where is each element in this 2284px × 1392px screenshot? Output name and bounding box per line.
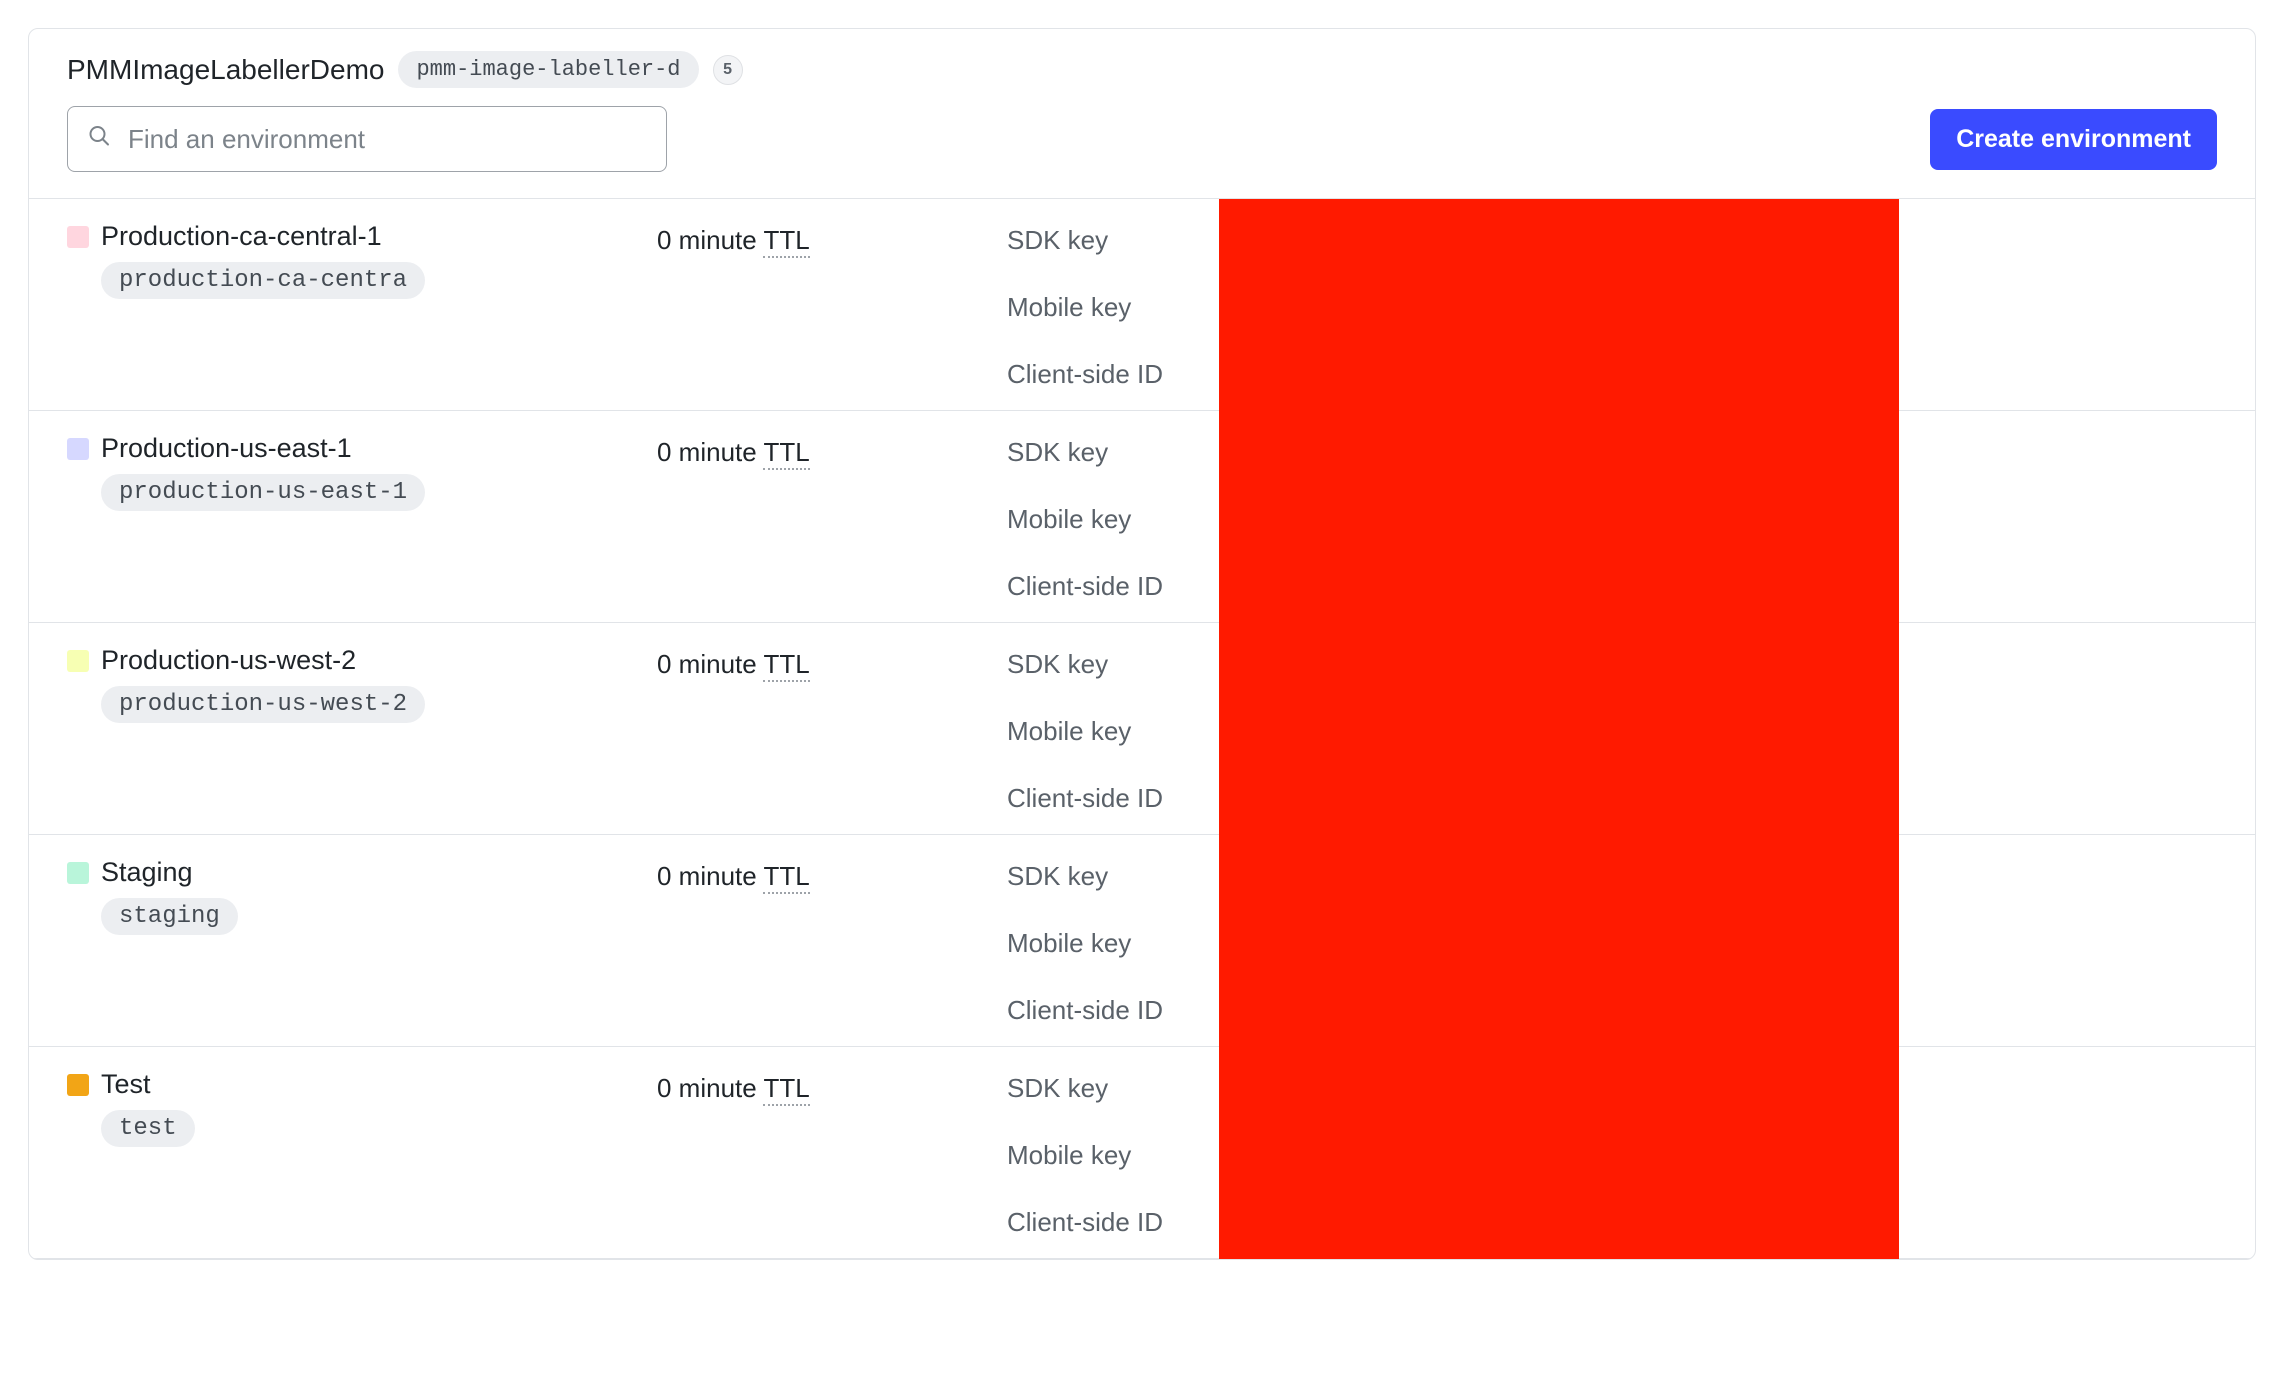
environment-name-line: Test <box>67 1069 151 1100</box>
environment-row: Testtest0 minute TTLSDK keyMobile keyCli… <box>29 1047 2255 1259</box>
environment-name-cell: Production-us-east-1 production-us-east-1 <box>67 433 657 511</box>
environment-row: Production-us-west-2 production-us-west-2… <box>29 623 2255 835</box>
environment-color-swatch <box>67 650 89 672</box>
ttl-abbr: TTL <box>763 437 809 470</box>
environment-row: Production-us-east-1 production-us-east-1… <box>29 411 2255 623</box>
environment-row: Production-ca-central-1 production-ca-cen… <box>29 199 2255 411</box>
environment-name-cell: Production-us-west-2 production-us-west-2 <box>67 645 657 723</box>
environment-name[interactable]: Production-ca-central-1 <box>101 221 382 252</box>
environment-name-line: Production-us-west-2 <box>67 645 356 676</box>
redacted-region <box>1219 199 1899 1259</box>
ttl-value: 0 minute <box>657 861 763 891</box>
panel-header: PMMImageLabellerDemo pmm-image-labeller-… <box>29 29 2255 199</box>
environments-panel: PMMImageLabellerDemo pmm-image-labeller-… <box>28 28 2256 1260</box>
environment-key-pill: test <box>101 1110 195 1147</box>
controls-row: Create environment <box>67 106 2217 172</box>
environment-row: Stagingstaging0 minute TTLSDK keyMobile … <box>29 835 2255 1047</box>
search-wrap <box>67 106 667 172</box>
environment-name[interactable]: Test <box>101 1069 151 1100</box>
environment-name-line: Production-ca-central-1 <box>67 221 382 252</box>
ttl-value: 0 minute <box>657 649 763 679</box>
environment-name-cell: Test test <box>67 1069 657 1147</box>
title-row: PMMImageLabellerDemo pmm-image-labeller-… <box>67 51 2217 88</box>
environment-name-line: Production-us-east-1 <box>67 433 352 464</box>
environment-name-cell: Staging staging <box>67 857 657 935</box>
environment-color-swatch <box>67 438 89 460</box>
environment-list: Production-ca-central-1 production-ca-cen… <box>29 199 2255 1259</box>
environment-key-pill: staging <box>101 898 238 935</box>
environment-count-badge: 5 <box>713 55 743 85</box>
ttl-abbr: TTL <box>763 649 809 682</box>
ttl-abbr: TTL <box>763 225 809 258</box>
ttl-cell: 0 minute TTL <box>657 1069 1007 1104</box>
project-title: PMMImageLabellerDemo <box>67 54 384 86</box>
environment-key-pill: production-us-east-1 <box>101 474 425 511</box>
project-key-pill: pmm-image-labeller-d <box>398 51 698 88</box>
environment-name[interactable]: Production-us-west-2 <box>101 645 356 676</box>
ttl-value: 0 minute <box>657 225 763 255</box>
ttl-value: 0 minute <box>657 437 763 467</box>
environment-color-swatch <box>67 862 89 884</box>
environment-color-swatch <box>67 226 89 248</box>
environment-name-line: Staging <box>67 857 193 888</box>
ttl-cell: 0 minute TTL <box>657 221 1007 256</box>
environment-name[interactable]: Production-us-east-1 <box>101 433 352 464</box>
environment-key-pill: production-ca-centra <box>101 262 425 299</box>
ttl-abbr: TTL <box>763 861 809 894</box>
ttl-value: 0 minute <box>657 1073 763 1103</box>
environment-color-swatch <box>67 1074 89 1096</box>
create-environment-button[interactable]: Create environment <box>1930 109 2217 170</box>
environment-name[interactable]: Staging <box>101 857 193 888</box>
ttl-abbr: TTL <box>763 1073 809 1106</box>
ttl-cell: 0 minute TTL <box>657 857 1007 892</box>
search-input[interactable] <box>67 106 667 172</box>
ttl-cell: 0 minute TTL <box>657 645 1007 680</box>
environment-name-cell: Production-ca-central-1 production-ca-cen… <box>67 221 657 299</box>
environment-key-pill: production-us-west-2 <box>101 686 425 723</box>
ttl-cell: 0 minute TTL <box>657 433 1007 468</box>
